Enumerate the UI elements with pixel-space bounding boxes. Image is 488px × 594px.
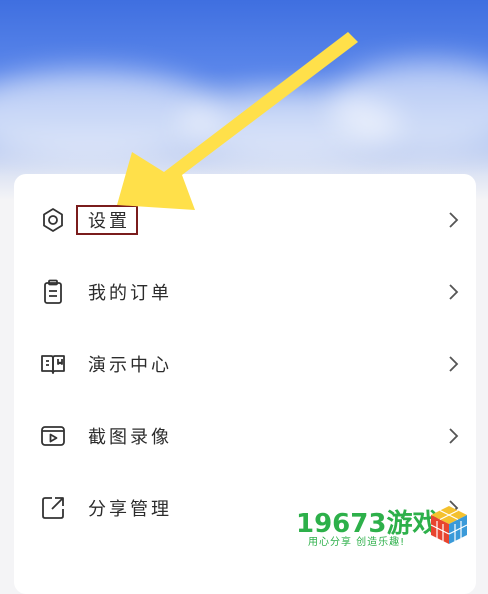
menu-item-label: 截图录像 — [88, 427, 172, 448]
cube-logo-icon — [430, 506, 468, 544]
watermark-slogan: 用心分享 创造乐趣! — [308, 537, 406, 548]
menu-item-label: 演示中心 — [88, 355, 172, 376]
gear-icon — [38, 205, 68, 235]
menu-item-label: 我的订单 — [88, 283, 172, 304]
header-banner — [0, 0, 488, 200]
chevron-right-icon — [446, 210, 460, 230]
book-icon — [38, 349, 68, 379]
chevron-right-icon — [446, 426, 460, 446]
chevron-right-icon — [446, 282, 460, 302]
settings-highlight-box — [76, 205, 138, 235]
menu-item-label: 分享管理 — [88, 499, 172, 520]
share-icon — [38, 493, 68, 523]
menu-item-screen-record[interactable]: 截图录像 — [14, 400, 476, 472]
video-icon — [38, 421, 68, 451]
clipboard-icon — [38, 277, 68, 307]
menu-item-orders[interactable]: 我的订单 — [14, 256, 476, 328]
menu-item-demo-center[interactable]: 演示中心 — [14, 328, 476, 400]
watermark: 19673游戏 用心分享 创造乐趣! — [290, 500, 488, 565]
chevron-right-icon — [446, 354, 460, 374]
